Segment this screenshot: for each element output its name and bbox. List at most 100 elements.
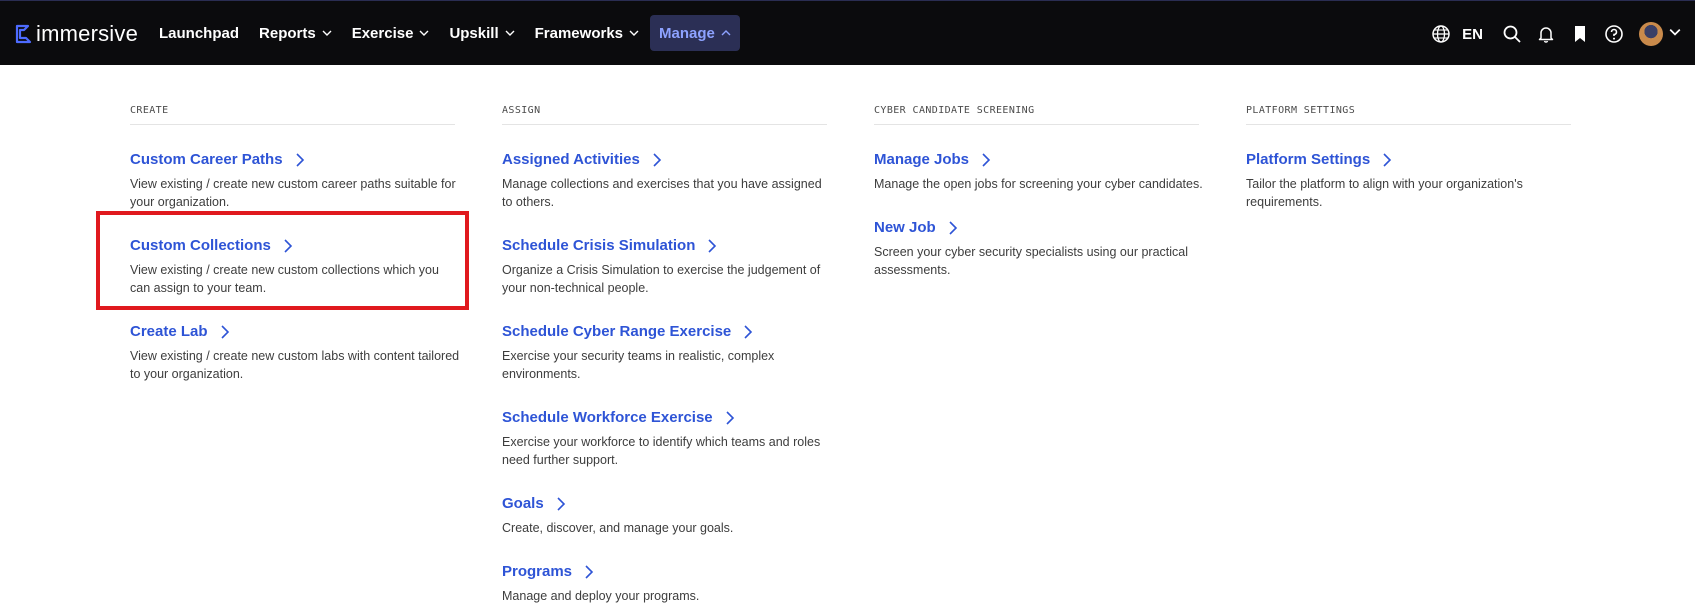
account-menu-toggle[interactable] (1669, 25, 1681, 43)
chevron-right-icon (284, 238, 292, 253)
top-navigation-bar: immersive Launchpad Reports Exercise Ups… (0, 0, 1695, 65)
brand-name: immersive (36, 21, 139, 46)
nav-exercise[interactable]: Exercise (343, 15, 439, 51)
search-button[interactable] (1501, 23, 1523, 45)
column-heading: CREATE (130, 105, 455, 125)
menu-item-description: Manage collections and exercises that yo… (502, 177, 822, 209)
chevron-right-icon (726, 410, 734, 425)
help-icon (1605, 25, 1623, 43)
chevron-down-icon (1669, 29, 1681, 36)
menu-item-title[interactable]: Create Lab (130, 323, 455, 340)
menu-item-label: Schedule Cyber Range Exercise (502, 323, 732, 340)
chevron-right-icon (653, 152, 661, 167)
language-label[interactable]: EN (1462, 26, 1483, 43)
nav-reports[interactable]: Reports (250, 15, 341, 51)
chevron-right-icon (557, 496, 565, 511)
menu-item-title[interactable]: Manage Jobs (874, 151, 1199, 168)
nav-frameworks[interactable]: Frameworks (526, 15, 648, 51)
menu-item-title[interactable]: Programs (502, 563, 827, 580)
menu-item-label: Schedule Workforce Exercise (502, 409, 713, 426)
column-heading: PLATFORM SETTINGS (1246, 105, 1571, 125)
menu-item-description: Exercise your security teams in realisti… (502, 349, 775, 381)
menu-item-label: Schedule Crisis Simulation (502, 237, 696, 254)
chevron-right-icon (744, 324, 753, 339)
brand-logo[interactable]: immersive (14, 21, 138, 47)
menu-column-assign: ASSIGN Assigned Activities Manage collec… (502, 105, 827, 605)
menu-item-custom-collections[interactable]: Custom Collections View existing / creat… (130, 237, 455, 297)
nav-label: Frameworks (534, 24, 623, 42)
menu-item-schedule-workforce-exercise[interactable]: Schedule Workforce Exercise Exercise you… (502, 409, 827, 469)
menu-item-custom-career-paths[interactable]: Custom Career Paths View existing / crea… (130, 151, 456, 211)
notifications-button[interactable] (1535, 23, 1557, 45)
nav-label: Launchpad (159, 24, 240, 42)
column-heading: CYBER CANDIDATE SCREENING (874, 105, 1199, 125)
menu-item-label: Create Lab (130, 323, 208, 340)
menu-item-description: View existing / create new custom collec… (130, 263, 439, 295)
menu-column-cyber-candidate-screening: CYBER CANDIDATE SCREENING Manage Jobs Ma… (874, 105, 1203, 279)
menu-item-assigned-activities[interactable]: Assigned Activities Manage collections a… (502, 151, 827, 211)
menu-item-title[interactable]: Platform Settings (1246, 151, 1571, 168)
menu-item-title[interactable]: Schedule Crisis Simulation (502, 237, 827, 254)
help-button[interactable] (1603, 23, 1625, 45)
menu-item-schedule-crisis-simulation[interactable]: Schedule Crisis Simulation Organize a Cr… (502, 237, 827, 297)
menu-item-title[interactable]: Schedule Cyber Range Exercise (502, 323, 827, 340)
column-heading: ASSIGN (502, 105, 827, 125)
menu-item-platform-settings[interactable]: Platform Settings Tailor the platform to… (1246, 151, 1571, 211)
nav-launchpad[interactable]: Launchpad (150, 15, 248, 51)
menu-column-create: CREATE Custom Career Paths View existing… (130, 105, 459, 383)
menu-item-description: Screen your cyber security specialists u… (874, 245, 1189, 277)
menu-item-description: Manage the open jobs for screening your … (874, 177, 1203, 191)
menu-item-title[interactable]: Custom Collections (130, 237, 455, 254)
chevron-down-icon (322, 30, 332, 36)
manage-dropdown-menu: CREATE Custom Career Paths View existing… (0, 65, 1695, 613)
menu-item-title[interactable]: Custom Career Paths (130, 151, 455, 168)
menu-item-create-lab[interactable]: Create Lab View existing / create new cu… (130, 323, 459, 383)
chevron-right-icon (1383, 152, 1392, 167)
nav-label: Manage (659, 24, 715, 42)
avatar[interactable] (1639, 22, 1663, 46)
menu-item-description: Organize a Crisis Simulation to exercise… (502, 263, 821, 295)
nav-manage[interactable]: Manage (650, 15, 740, 51)
chevron-right-icon (949, 220, 957, 235)
menu-item-title[interactable]: Schedule Workforce Exercise (502, 409, 827, 426)
chevron-down-icon (505, 30, 515, 36)
menu-item-label: Custom Collections (130, 237, 271, 254)
nav-label: Upskill (449, 24, 499, 42)
main-nav: Launchpad Reports Exercise Upskill Frame… (150, 15, 742, 51)
menu-item-programs[interactable]: Programs Manage and deploy your programs… (502, 563, 827, 605)
chevron-right-icon (708, 238, 717, 253)
menu-item-new-job[interactable]: New Job Screen your cyber security speci… (874, 219, 1199, 279)
chevron-down-icon (419, 30, 429, 36)
chevron-right-icon (295, 152, 304, 167)
bookmarks-button[interactable] (1569, 23, 1591, 45)
menu-item-title[interactable]: Goals (502, 495, 827, 512)
chevron-up-icon (721, 30, 731, 36)
chevron-down-icon (629, 30, 639, 36)
menu-item-label: Programs (502, 563, 573, 580)
menu-item-label: Platform Settings (1246, 151, 1371, 168)
menu-item-description: Manage and deploy your programs. (502, 589, 700, 603)
menu-item-label: New Job (874, 219, 936, 236)
chevron-right-icon (585, 564, 594, 579)
language-selector[interactable] (1430, 23, 1452, 45)
menu-item-manage-jobs[interactable]: Manage Jobs Manage the open jobs for scr… (874, 151, 1203, 193)
menu-item-description: View existing / create new custom labs w… (130, 349, 460, 381)
search-icon (1503, 25, 1521, 43)
chevron-right-icon (220, 324, 229, 339)
nav-upskill[interactable]: Upskill (440, 15, 523, 51)
menu-item-label: Assigned Activities (502, 151, 640, 168)
nav-label: Exercise (351, 24, 414, 42)
menu-item-label: Manage Jobs (874, 151, 970, 168)
header-actions: EN (1418, 19, 1681, 49)
nav-label: Reports (259, 24, 316, 42)
menu-item-title[interactable]: New Job (874, 219, 1199, 236)
bookmark-icon (1575, 26, 1585, 42)
bell-icon (1538, 27, 1554, 43)
menu-column-platform-settings: PLATFORM SETTINGS Platform Settings Tail… (1246, 105, 1571, 211)
menu-item-schedule-cyber-range-exercise[interactable]: Schedule Cyber Range Exercise Exercise y… (502, 323, 827, 383)
menu-item-goals[interactable]: Goals Create, discover, and manage your … (502, 495, 827, 537)
menu-item-description: Exercise your workforce to identify whic… (502, 435, 821, 467)
menu-item-description: View existing / create new custom career… (130, 177, 456, 209)
globe-icon (1432, 25, 1450, 43)
menu-item-title[interactable]: Assigned Activities (502, 151, 827, 168)
